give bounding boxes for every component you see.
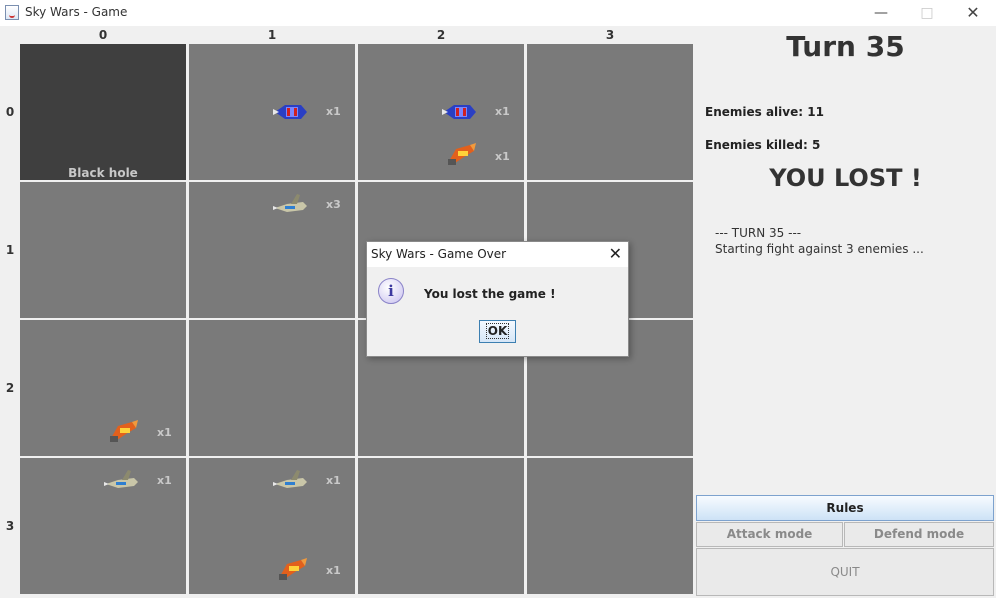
column-label-1: 1	[267, 28, 277, 42]
black-hole-label: Black hole	[68, 166, 138, 180]
enemies-killed-label: Enemies killed: 5	[705, 138, 821, 152]
result-heading: YOU LOST !	[769, 164, 922, 192]
ship-count: x1	[326, 564, 341, 577]
cell-3-3[interactable]	[527, 458, 693, 594]
ship-icon-orange	[273, 556, 309, 582]
cell-2-1[interactable]	[189, 320, 355, 456]
game-over-dialog: Sky Wars - Game Over ✕ i You lost the ga…	[366, 241, 629, 357]
row-label-0: 0	[5, 105, 15, 119]
ship-count: x1	[157, 474, 172, 487]
ok-button-label: OK	[485, 323, 510, 339]
log-line: --- TURN 35 ---	[715, 226, 802, 240]
ship-icon-blue	[442, 99, 478, 125]
ship-count: x1	[326, 105, 341, 118]
attack-mode-button[interactable]: Attack mode	[696, 522, 843, 547]
window-title: Sky Wars - Game	[25, 5, 128, 19]
cell-black-hole[interactable]: Black hole	[20, 44, 186, 180]
cell-0-2[interactable]: x1 x1	[358, 44, 524, 180]
java-app-icon	[5, 5, 19, 20]
cell-1-0[interactable]	[20, 182, 186, 318]
row-label-3: 3	[5, 519, 15, 533]
ok-button[interactable]: OK	[479, 320, 516, 343]
cell-0-1[interactable]: x1	[189, 44, 355, 180]
ship-count: x1	[326, 474, 341, 487]
ship-icon-blue	[273, 99, 309, 125]
ship-icon-grey	[104, 468, 140, 494]
quit-button[interactable]: QUIT	[696, 548, 994, 596]
column-label-2: 2	[436, 28, 446, 42]
row-label-2: 2	[5, 381, 15, 395]
ship-icon-orange	[442, 141, 478, 167]
ship-count: x1	[495, 105, 510, 118]
close-button[interactable]: ✕	[950, 0, 996, 26]
dialog-message: You lost the game !	[424, 287, 556, 301]
dialog-close-icon[interactable]: ✕	[609, 244, 622, 263]
dialog-title-bar: Sky Wars - Game Over ✕	[367, 242, 628, 267]
cell-0-3[interactable]	[527, 44, 693, 180]
ship-icon-grey	[273, 468, 309, 494]
column-label-3: 3	[605, 28, 615, 42]
cell-3-0[interactable]: x1	[20, 458, 186, 594]
turn-heading: Turn 35	[786, 30, 905, 63]
ship-icon-orange	[104, 418, 140, 444]
row-label-1: 1	[5, 243, 15, 257]
cell-3-2[interactable]	[358, 458, 524, 594]
dialog-title: Sky Wars - Game Over	[371, 247, 507, 261]
log-line: Starting fight against 3 enemies ...	[715, 242, 924, 256]
rules-button[interactable]: Rules	[696, 495, 994, 521]
ship-count: x1	[495, 150, 510, 163]
minimize-button[interactable]: —	[858, 0, 904, 26]
ship-icon-grey	[273, 192, 309, 218]
title-bar: Sky Wars - Game — □ ✕	[0, 0, 996, 26]
enemies-alive-label: Enemies alive: 11	[705, 105, 824, 119]
ship-count: x3	[326, 198, 341, 211]
defend-mode-button[interactable]: Defend mode	[844, 522, 994, 547]
cell-1-1[interactable]: x3	[189, 182, 355, 318]
maximize-button[interactable]: □	[904, 0, 950, 26]
cell-3-1[interactable]: x1 x1	[189, 458, 355, 594]
cell-2-0[interactable]: x1	[20, 320, 186, 456]
column-label-0: 0	[98, 28, 108, 42]
info-icon: i	[378, 278, 404, 304]
ship-count: x1	[157, 426, 172, 439]
